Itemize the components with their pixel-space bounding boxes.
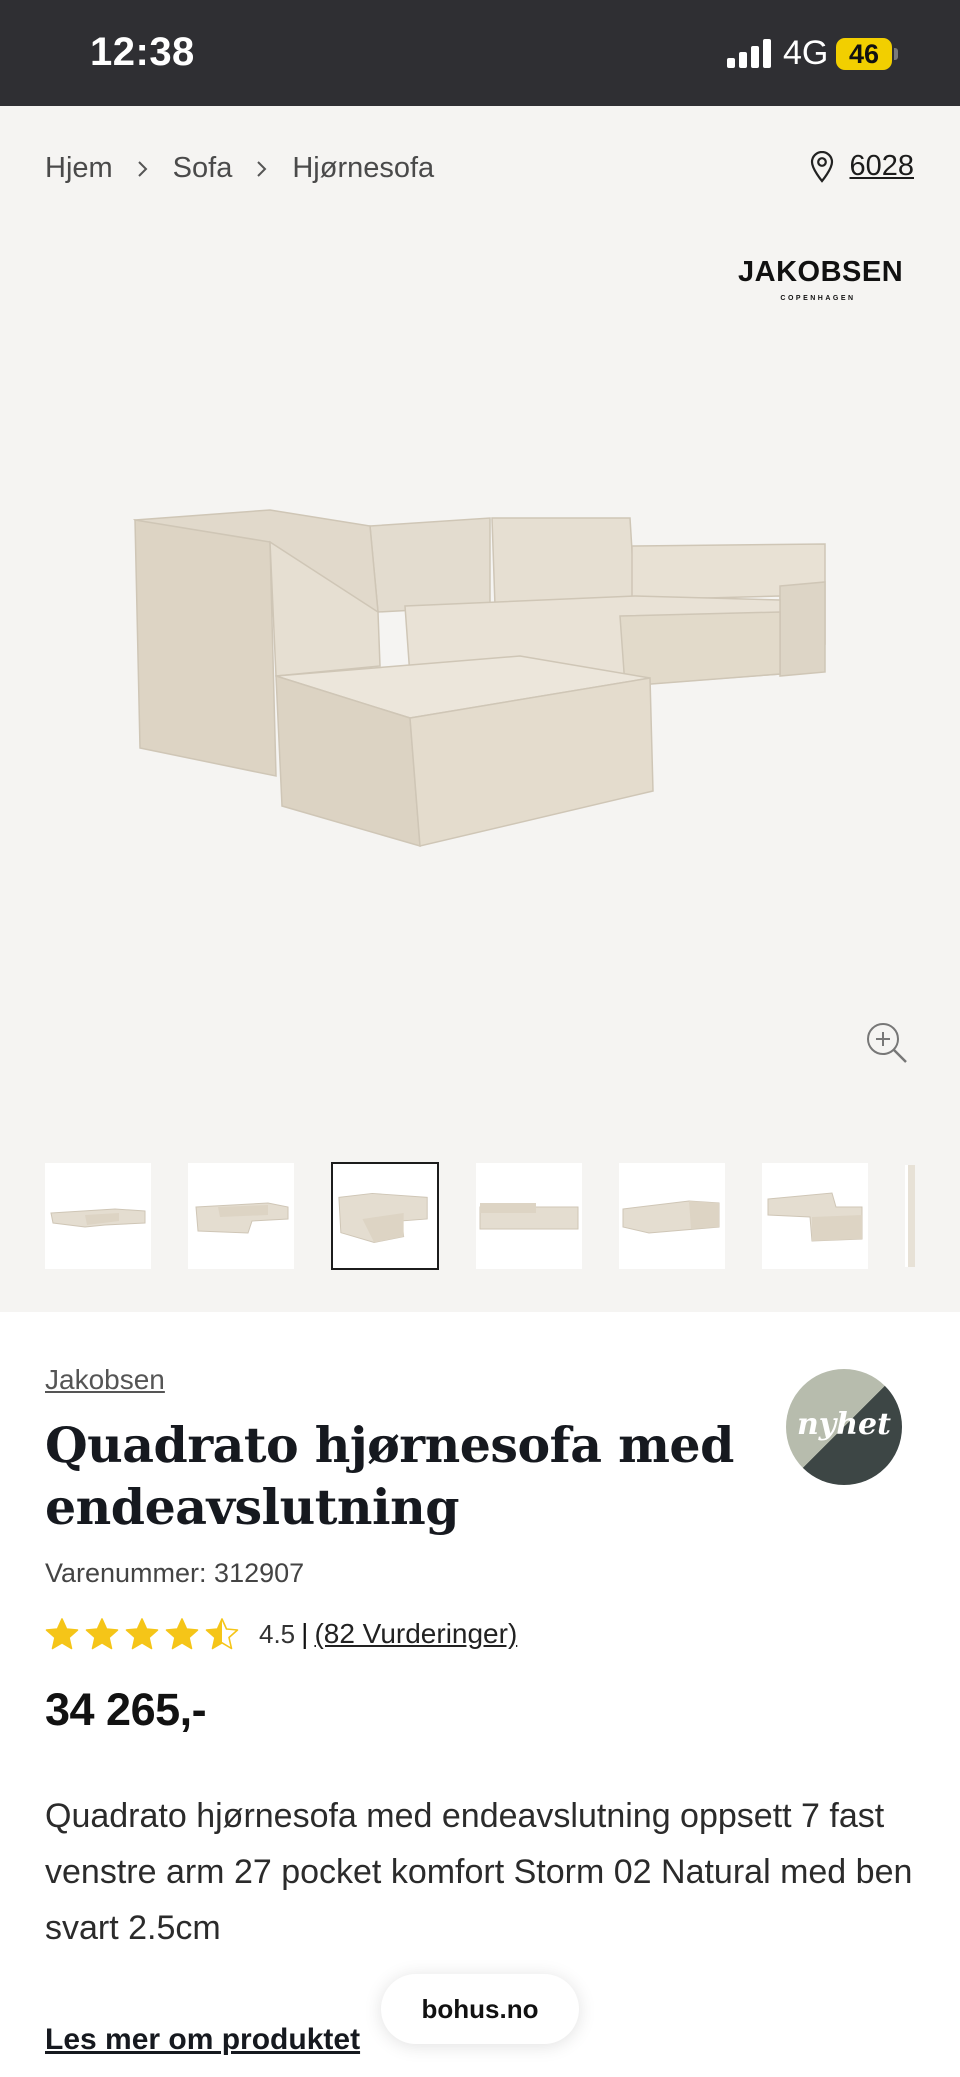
thumbnail-2[interactable] — [188, 1163, 294, 1269]
breadcrumb-home[interactable]: Hjem — [45, 152, 113, 185]
reviews-link[interactable]: (82 Vurderinger) — [314, 1618, 517, 1650]
breadcrumb-sofa[interactable]: Sofa — [173, 152, 233, 185]
star-full-icon — [85, 1618, 119, 1650]
brand-link[interactable]: Jakobsen — [45, 1364, 165, 1396]
star-rating — [45, 1617, 245, 1651]
thumbnail-3-selected[interactable] — [331, 1162, 439, 1270]
brand-logo: JAKOBSEN COPENHAGEN — [738, 256, 904, 302]
rating-separator: | — [301, 1618, 309, 1649]
thumbnail-strip — [45, 1160, 915, 1272]
battery-tip — [894, 48, 898, 60]
location-pin-icon — [811, 150, 834, 183]
price: 34 265,- — [45, 1684, 207, 1735]
breadcrumb: Hjem Sofa Hjørnesofa — [45, 152, 434, 185]
star-full-icon — [125, 1618, 159, 1650]
status-bar: 12:38 4G 46 — [0, 0, 960, 106]
network-label: 4G — [783, 34, 829, 72]
star-half-icon — [205, 1618, 239, 1650]
battery-icon: 46 — [836, 38, 892, 70]
zoom-in-icon[interactable] — [865, 1021, 909, 1065]
thumbnail-7-partial[interactable] — [905, 1165, 915, 1267]
product-title: Quadrato hjørnesofa med endeavslutning — [45, 1416, 734, 1536]
browser-url-pill[interactable]: bohus.no — [381, 1974, 579, 2044]
thumbnail-4[interactable] — [476, 1163, 582, 1269]
read-more-link[interactable]: Les mer om produktet — [45, 2023, 360, 2057]
product-details: Jakobsen nyhet Quadrato hjørnesofa med e… — [0, 1312, 960, 2077]
status-time: 12:38 — [90, 30, 195, 74]
star-full-icon — [45, 1618, 79, 1650]
brand-logo-sub: COPENHAGEN — [780, 295, 856, 302]
star-full-icon — [165, 1618, 199, 1650]
thumbnail-5[interactable] — [619, 1163, 725, 1269]
rating-row[interactable]: 4.5 | (82 Vurderinger) — [45, 1614, 517, 1654]
store-selector[interactable]: 6028 — [809, 150, 914, 183]
chevron-right-icon — [113, 152, 173, 185]
sku-number: Varenummer: 312907 — [45, 1558, 305, 1588]
rating-value: 4.5 — [259, 1618, 296, 1649]
brand-logo-main: JAKOBSEN — [738, 256, 904, 288]
thumbnail-6[interactable] — [762, 1163, 868, 1269]
chevron-right-icon — [232, 152, 292, 185]
product-image[interactable] — [120, 496, 840, 856]
product-media: Hjem Sofa Hjørnesofa 6028 JAKOBSEN COPEN… — [0, 106, 960, 1312]
store-code[interactable]: 6028 — [849, 150, 914, 183]
new-badge-label: nyhet — [797, 1407, 891, 1442]
signal-icon — [727, 38, 773, 68]
thumbnail-1[interactable] — [45, 1163, 151, 1269]
product-description: Quadrato hjørnesofa med endeavslutning o… — [45, 1797, 913, 1947]
new-badge: nyhet — [786, 1369, 902, 1485]
breadcrumb-corner-sofa[interactable]: Hjørnesofa — [292, 152, 434, 185]
